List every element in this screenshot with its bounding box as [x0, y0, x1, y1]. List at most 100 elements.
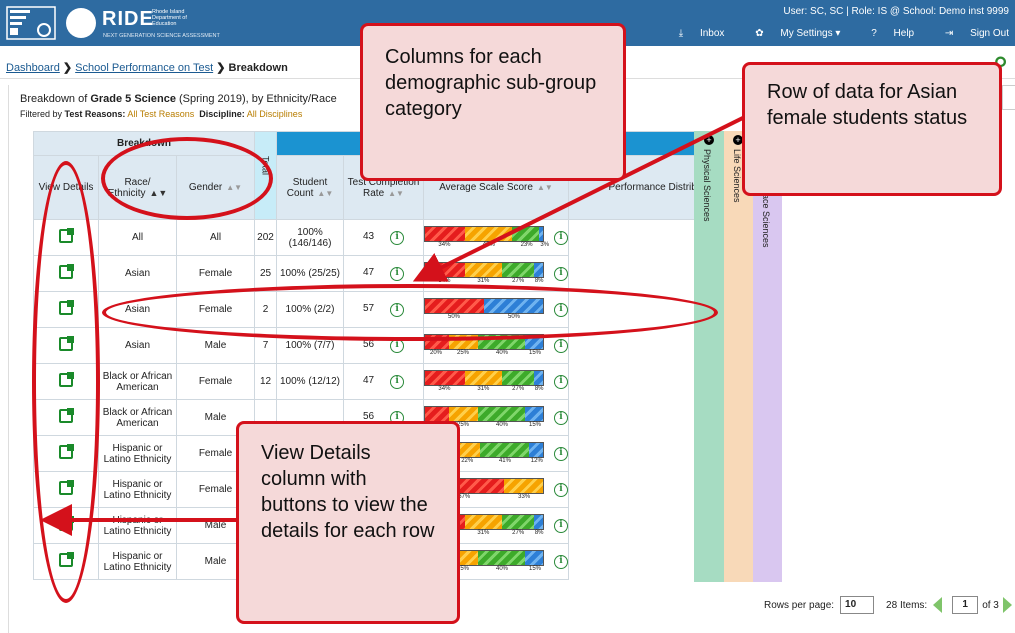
- info-icon[interactable]: i: [554, 518, 568, 533]
- distribution-segment: [533, 262, 543, 277]
- annotation-ring-view-details: [32, 161, 100, 603]
- distribution-segment: [525, 406, 543, 421]
- gear-icon: ✿: [755, 28, 764, 39]
- distribution-segment: [504, 478, 543, 493]
- sort-icon: ▲▼: [317, 188, 334, 198]
- info-icon[interactable]: i: [554, 554, 568, 569]
- distribution-label: 34%: [438, 241, 451, 248]
- breadcrumb-dashboard[interactable]: Dashboard: [6, 62, 60, 74]
- distribution-label: 12%: [530, 457, 543, 464]
- rows-per-page-select[interactable]: 10: [840, 596, 875, 614]
- distribution-segment: [539, 226, 543, 241]
- pagination: Rows per page: 10 28 Items: 1 of 3: [764, 596, 1012, 614]
- prev-page-icon[interactable]: [933, 597, 943, 613]
- distribution-label: 33%: [518, 493, 531, 500]
- distribution-label: 15%: [528, 565, 541, 572]
- gender-cell: Female: [176, 363, 255, 400]
- brand-subtitle: NEXT GENERATION SCIENCE ASSESSMENT: [103, 33, 220, 39]
- brand-small: Rhode Island Department of Education: [152, 9, 187, 27]
- average-score-cell: 43 i: [343, 219, 424, 256]
- distribution-segment: [425, 262, 466, 277]
- info-icon[interactable]: i: [554, 338, 568, 353]
- life-sciences-strip[interactable]: + Life Sciences: [724, 131, 753, 582]
- sign-out-link[interactable]: ⇥ Sign Out: [931, 28, 1009, 39]
- race-cell: Black or African American: [98, 399, 177, 436]
- distribution-label: 23%: [520, 241, 533, 248]
- race-cell: Black or African American: [98, 363, 177, 400]
- score-value: 43: [362, 230, 375, 242]
- next-page-icon[interactable]: [1002, 597, 1012, 613]
- gender-cell: Female: [176, 255, 255, 292]
- info-icon[interactable]: i: [390, 266, 405, 281]
- sort-icon: ▲▼: [536, 183, 553, 192]
- distribution-segment: [501, 262, 534, 277]
- sign-out-icon: ⇥: [944, 28, 954, 39]
- distribution-label: 27%: [512, 277, 525, 284]
- breadcrumb-current: Breakdown: [228, 62, 288, 74]
- report-description: Breakdown of Grade 5 Science (Spring 201…: [20, 93, 337, 105]
- sort-icon: ▲▼: [388, 188, 404, 198]
- distribution-label: 40%: [482, 241, 495, 248]
- info-icon[interactable]: i: [390, 230, 405, 245]
- performance-distribution-cell: 34% 40% 23% 3% i: [423, 219, 569, 256]
- distribution-label: 8%: [534, 529, 544, 536]
- distribution-label: 40%: [495, 421, 508, 428]
- info-icon[interactable]: i: [554, 446, 568, 461]
- info-icon[interactable]: i: [554, 230, 568, 245]
- race-cell: Hispanic or Latino Ethnicity: [98, 507, 177, 544]
- col-student-count[interactable]: Student Count ▲▼: [276, 155, 344, 220]
- annotation-ring-columns: [101, 137, 273, 220]
- inbox-icon: ⤓: [678, 28, 684, 39]
- filter-description: Filtered by Test Reasons: All Test Reaso…: [20, 109, 303, 119]
- brand-name: RIDE: [102, 8, 154, 30]
- distribution-segment: [465, 514, 502, 529]
- page-input[interactable]: 1: [952, 596, 979, 614]
- info-icon[interactable]: i: [554, 410, 568, 425]
- score-value: 47: [362, 374, 375, 386]
- distribution-label: 15%: [528, 421, 541, 428]
- space-sciences-strip[interactable]: Space Sciences: [753, 131, 782, 582]
- race-cell: Asian: [98, 255, 177, 292]
- user-info: User: SC, SC | Role: IS @ School: Demo i…: [783, 6, 1009, 17]
- distribution-label: 31%: [477, 385, 490, 392]
- distribution-bar: 34%31%27%8%: [424, 261, 544, 286]
- info-icon[interactable]: i: [554, 374, 568, 389]
- distribution-label: 8%: [534, 277, 544, 284]
- distribution-segment: [425, 406, 449, 421]
- score-value: 56: [362, 410, 375, 422]
- performance-distribution-cell: 34% 31% 27% 8% i: [423, 363, 569, 400]
- distribution-segment: [478, 550, 526, 565]
- physical-sciences-strip[interactable]: + Physical Sciences: [694, 131, 724, 582]
- race-cell: Hispanic or Latino Ethnicity: [98, 435, 177, 472]
- student-count-cell: 12: [254, 363, 277, 400]
- distribution-label: 15%: [528, 349, 541, 356]
- distribution-segment: [465, 262, 502, 277]
- distribution-segment: [448, 406, 479, 421]
- my-settings-link[interactable]: ✿ My Settings ▾: [741, 28, 840, 39]
- distribution-segment: [501, 514, 534, 529]
- help-link[interactable]: ? Help: [857, 28, 914, 39]
- breadcrumb: Dashboard ❯ School Performance on Test ❯…: [6, 62, 288, 74]
- inbox-link[interactable]: ⤓ Inbox: [665, 28, 725, 39]
- distribution-segment: [425, 226, 466, 241]
- distribution-segment: [512, 226, 540, 241]
- expand-icon: +: [704, 135, 714, 145]
- distribution-segment: [478, 406, 526, 421]
- info-icon[interactable]: i: [554, 266, 568, 281]
- distribution-segment: [501, 370, 534, 385]
- student-count-cell: 202: [254, 219, 277, 256]
- ride-seal-icon: [66, 8, 96, 38]
- distribution-label: 31%: [477, 529, 490, 536]
- score-value: 47: [362, 266, 375, 278]
- info-icon[interactable]: i: [554, 482, 568, 497]
- callout-view-details: View Details column with buttons to view…: [236, 421, 460, 624]
- page-frame: [8, 85, 9, 633]
- app-logo[interactable]: [6, 6, 56, 40]
- completion-rate-cell: 100% (12/12): [276, 363, 344, 400]
- info-icon[interactable]: i: [390, 374, 405, 389]
- breadcrumb-school-performance[interactable]: School Performance on Test: [75, 62, 213, 74]
- distribution-label: 40%: [495, 565, 508, 572]
- distribution-bar: 34%31%27%8%: [424, 369, 544, 394]
- distribution-segment: [525, 550, 543, 565]
- callout-columns: Columns for each demographic sub-group c…: [360, 23, 626, 181]
